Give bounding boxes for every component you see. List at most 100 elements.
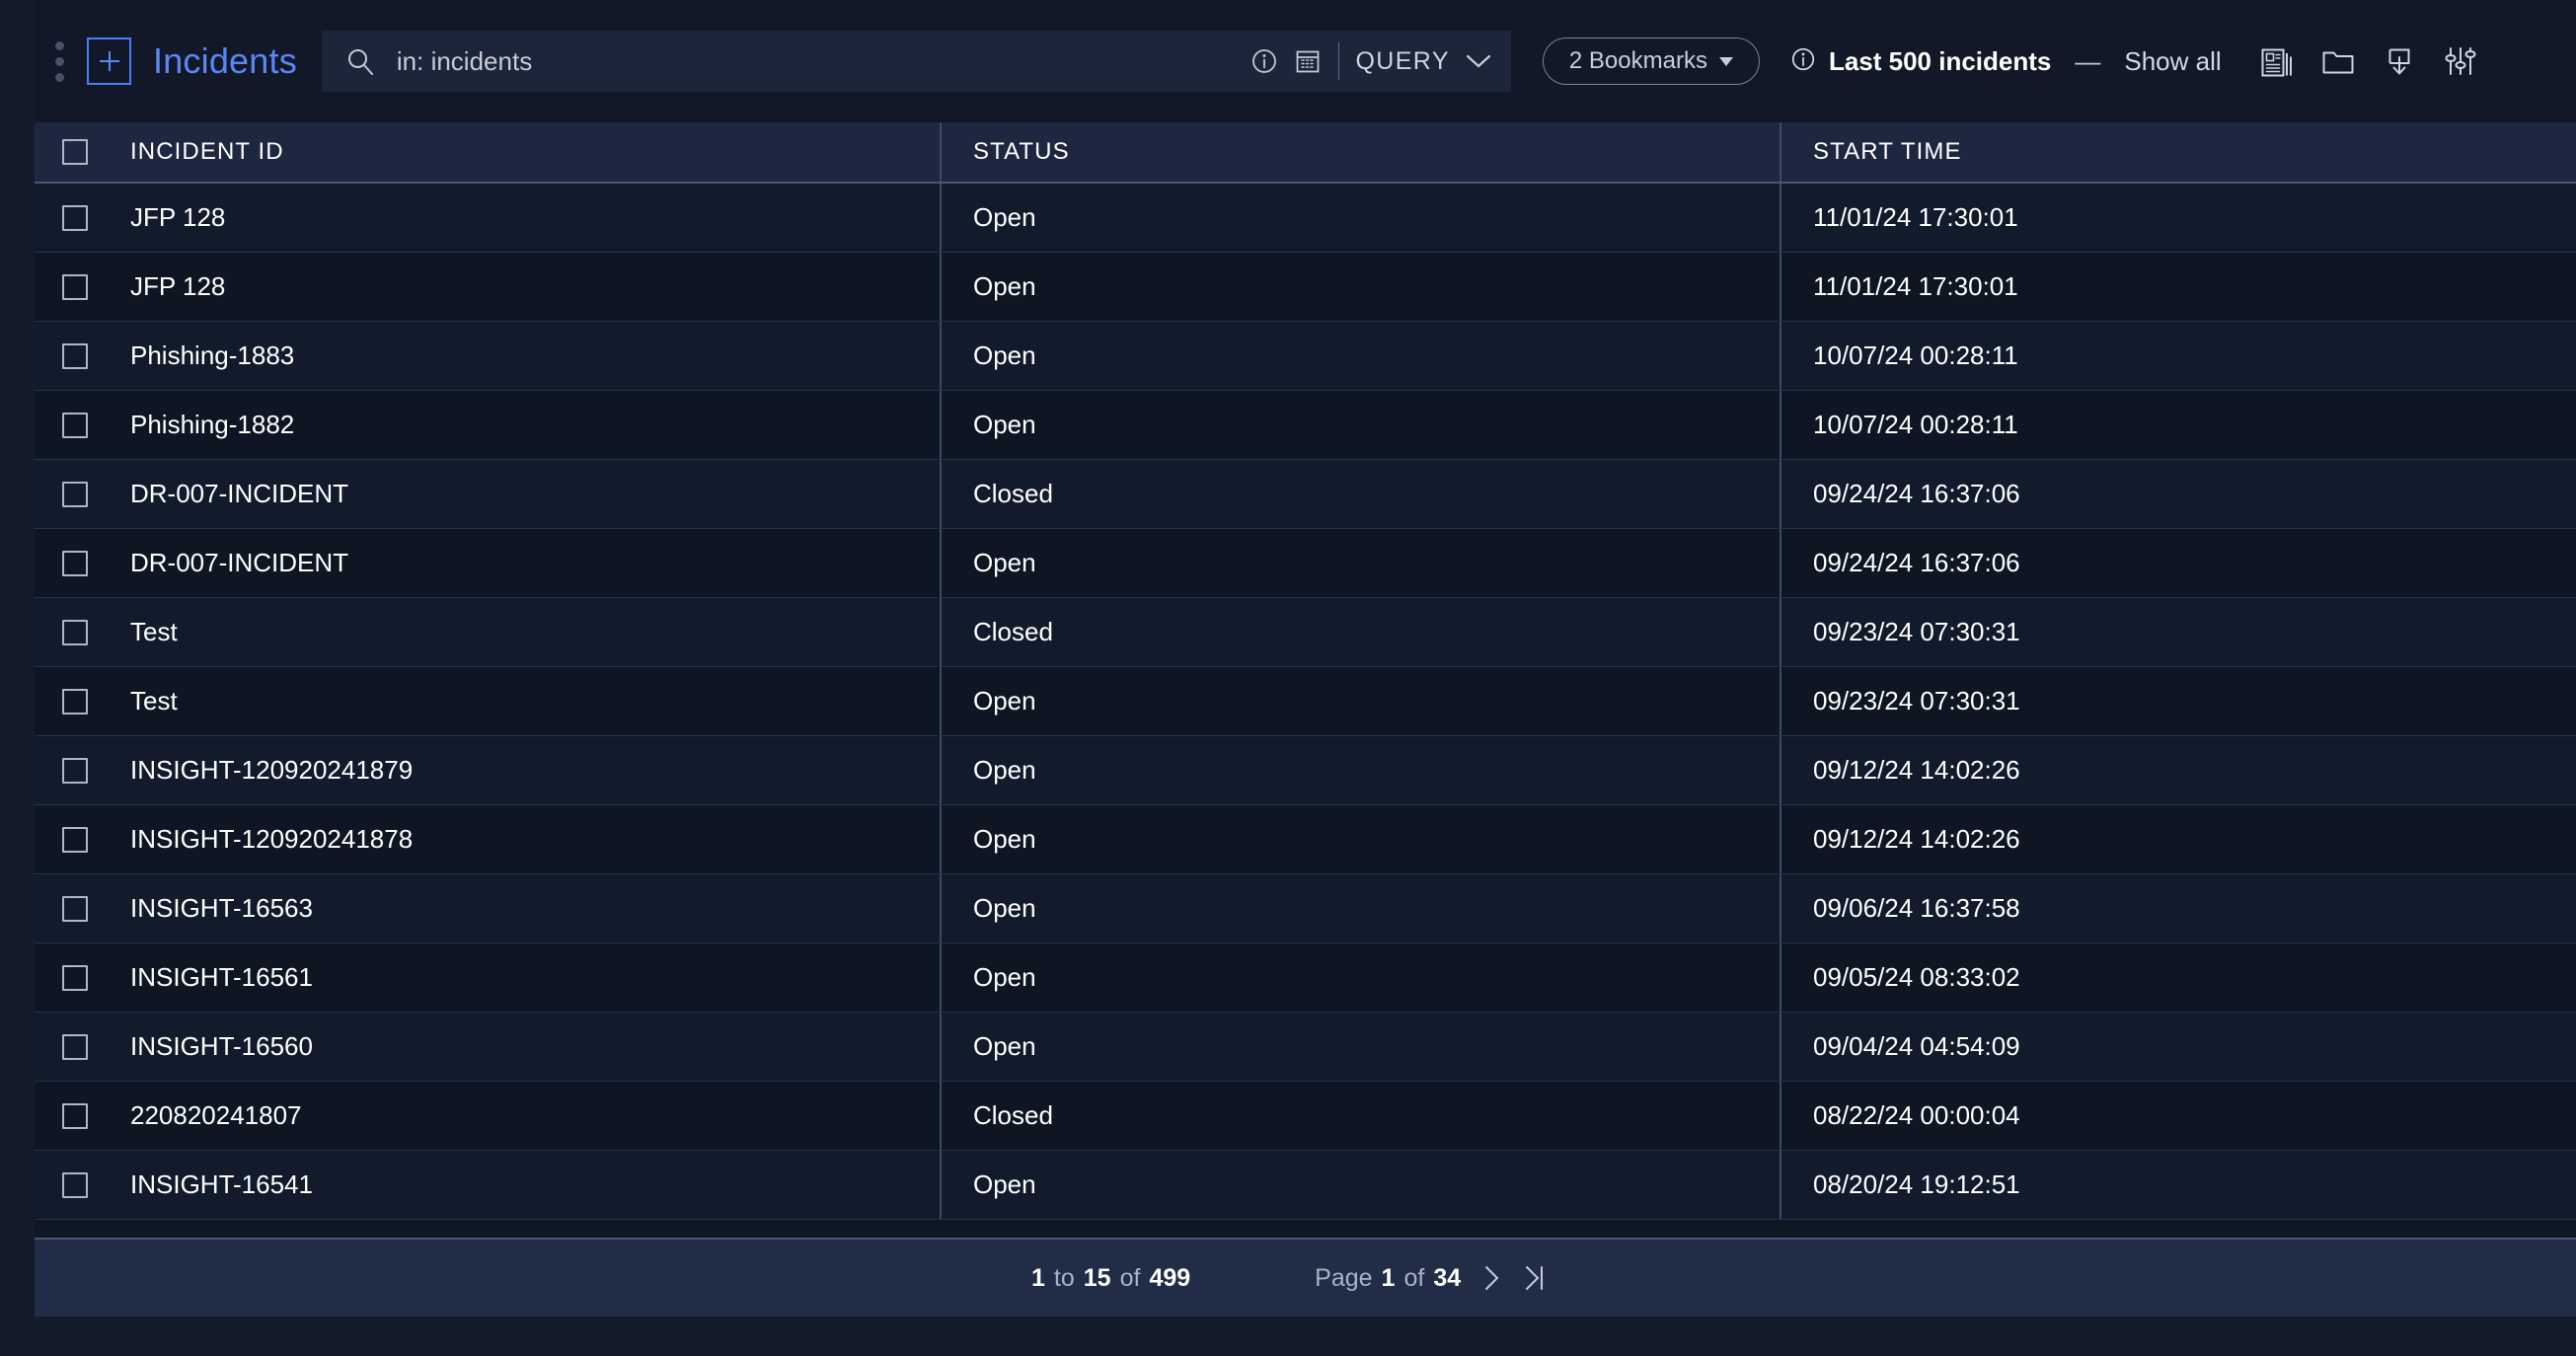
search-bar[interactable]: QUERY [321, 31, 1511, 92]
cell-status: Open [940, 667, 1780, 735]
cell-incident-id[interactable]: Test [100, 598, 940, 666]
table-row[interactable]: INSIGHT-120920241878 Open 09/12/24 14:02:2… [35, 805, 2576, 874]
top-toolbar: Incidents in: incidents QUERY 2 Bookmark… [35, 0, 2576, 122]
kebab-menu-icon[interactable] [35, 40, 80, 82]
cell-incident-id[interactable]: Phishing-1882 [100, 391, 940, 459]
cell-start-time: 11/01/24 17:30:01 [1780, 184, 2576, 252]
row-select-cell [35, 273, 100, 300]
cell-incident-id[interactable]: INSIGHT-16563 [100, 874, 940, 942]
cell-status: Open [940, 736, 1780, 804]
range-from: 1 [1031, 1263, 1045, 1292]
cell-incident-id[interactable]: DR-007-INCIDENT [100, 460, 940, 528]
table-row[interactable]: Phishing-1882 Open 10/07/24 00:28:11 [35, 391, 2576, 460]
range-total: 499 [1149, 1263, 1191, 1292]
folder-icon[interactable] [2320, 43, 2356, 79]
incidents-app: Incidents in: incidents QUERY 2 Bookmark… [0, 0, 2576, 1356]
page-title[interactable]: Incidents [153, 40, 297, 82]
table-row[interactable]: INSIGHT-16563 Open 09/06/24 16:37:58 [35, 874, 2576, 943]
calendar-icon[interactable] [1293, 46, 1323, 76]
pages-stack-icon[interactable] [2259, 43, 2295, 79]
cell-incident-id[interactable]: INSIGHT-16541 [100, 1151, 940, 1219]
row-checkbox[interactable] [62, 550, 88, 576]
row-checkbox[interactable] [62, 342, 88, 369]
row-checkbox[interactable] [62, 688, 88, 715]
cell-incident-id[interactable]: INSIGHT-16561 [100, 943, 940, 1012]
cell-incident-id[interactable]: Test [100, 667, 940, 735]
row-checkbox[interactable] [62, 1171, 88, 1198]
cell-incident-id[interactable]: Phishing-1883 [100, 322, 940, 390]
column-header-incident-id[interactable]: INCIDENT ID [100, 122, 940, 182]
row-checkbox[interactable] [62, 826, 88, 853]
cell-start-time: 08/20/24 19:12:51 [1780, 1151, 2576, 1219]
cell-start-time: 08/22/24 00:00:04 [1780, 1082, 2576, 1150]
table-row[interactable]: DR-007-INCIDENT Closed 09/24/24 16:37:06 [35, 460, 2576, 529]
row-checkbox[interactable] [62, 1102, 88, 1129]
row-checkbox[interactable] [62, 619, 88, 645]
row-checkbox[interactable] [62, 1033, 88, 1060]
cell-start-time: 09/23/24 07:30:31 [1780, 667, 2576, 735]
cell-status: Open [940, 391, 1780, 459]
table-row[interactable]: DR-007-INCIDENT Open 09/24/24 16:37:06 [35, 529, 2576, 598]
sliders-settings-icon[interactable] [2443, 43, 2478, 79]
page-current[interactable]: 1 [1382, 1264, 1396, 1293]
cell-incident-id[interactable]: JFP 128 [100, 184, 940, 252]
row-checkbox[interactable] [62, 481, 88, 507]
pagination: 1 to 15 of 499 Page 1 of 34 [1031, 1262, 1548, 1294]
row-select-cell [35, 757, 100, 784]
add-incident-button[interactable] [87, 38, 131, 85]
cell-status: Open [940, 253, 1780, 321]
row-select-cell [35, 619, 100, 645]
row-select-cell [35, 481, 100, 507]
last-incidents-info: Last 500 incidents [1789, 45, 2051, 78]
cell-status: Open [940, 322, 1780, 390]
table-row[interactable]: JFP 128 Open 11/01/24 17:30:01 [35, 184, 2576, 253]
cell-incident-id[interactable]: INSIGHT-120920241879 [100, 736, 940, 804]
info-circle-icon[interactable] [1789, 45, 1817, 78]
chevron-down-icon[interactable] [1464, 51, 1493, 71]
row-checkbox[interactable] [62, 204, 88, 231]
record-range: 1 to 15 of 499 [1031, 1264, 1190, 1293]
row-checkbox[interactable] [62, 412, 88, 438]
caret-down-icon [1718, 56, 1733, 66]
table-row[interactable]: Phishing-1883 Open 10/07/24 00:28:11 [35, 322, 2576, 391]
show-all-button[interactable]: Show all [2124, 46, 2221, 77]
table-row[interactable]: INSIGHT-120920241879 Open 09/12/24 14:02:2… [35, 736, 2576, 805]
row-select-cell [35, 342, 100, 369]
export-download-icon[interactable] [2382, 43, 2417, 79]
cell-status: Open [940, 1013, 1780, 1081]
cell-status: Open [940, 184, 1780, 252]
row-checkbox[interactable] [62, 964, 88, 991]
table-row[interactable]: INSIGHT-16560 Open 09/04/24 04:54:09 [35, 1013, 2576, 1082]
row-checkbox[interactable] [62, 757, 88, 784]
cell-status: Closed [940, 598, 1780, 666]
table-row[interactable]: 220820241807 Closed 08/22/24 00:00:04 [35, 1082, 2576, 1151]
info-circle-icon[interactable] [1250, 46, 1279, 76]
cell-incident-id[interactable]: INSIGHT-16560 [100, 1013, 940, 1081]
column-header-status[interactable]: STATUS [940, 122, 1780, 182]
cell-incident-id[interactable]: DR-007-INCIDENT [100, 529, 940, 597]
bookmarks-dropdown[interactable]: 2 Bookmarks [1542, 38, 1760, 85]
cell-incident-id[interactable]: 220820241807 [100, 1082, 940, 1150]
cell-incident-id[interactable]: INSIGHT-120920241878 [100, 805, 940, 873]
separator-dash: — [2075, 45, 2101, 76]
search-input[interactable] [396, 45, 1237, 77]
table-row[interactable]: JFP 128 Open 11/01/24 17:30:01 [35, 253, 2576, 322]
select-all-checkbox[interactable] [62, 139, 88, 165]
column-header-start-time[interactable]: START TIME [1780, 122, 2576, 182]
next-page-button[interactable] [1478, 1262, 1504, 1294]
table-row[interactable]: INSIGHT-16561 Open 09/05/24 08:33:02 [35, 943, 2576, 1013]
query-label[interactable]: QUERY [1355, 47, 1449, 76]
table-row[interactable]: Test Closed 09/23/24 07:30:31 [35, 598, 2576, 667]
table-row[interactable]: INSIGHT-16541 Open 08/20/24 19:12:51 [35, 1151, 2576, 1220]
table-row[interactable]: Test Open 09/23/24 07:30:31 [35, 667, 2576, 736]
row-checkbox[interactable] [62, 895, 88, 922]
last-page-button[interactable] [1522, 1262, 1548, 1294]
cell-start-time: 09/24/24 16:37:06 [1780, 460, 2576, 528]
cell-status: Open [940, 805, 1780, 873]
cell-incident-id[interactable]: JFP 128 [100, 253, 940, 321]
bookmarks-label: 2 Bookmarks [1568, 47, 1707, 74]
cell-status: Closed [940, 460, 1780, 528]
cell-start-time: 09/05/24 08:33:02 [1780, 943, 2576, 1012]
row-checkbox[interactable] [62, 273, 88, 300]
content-column: Incidents in: incidents QUERY 2 Bookmark… [35, 0, 2576, 1356]
